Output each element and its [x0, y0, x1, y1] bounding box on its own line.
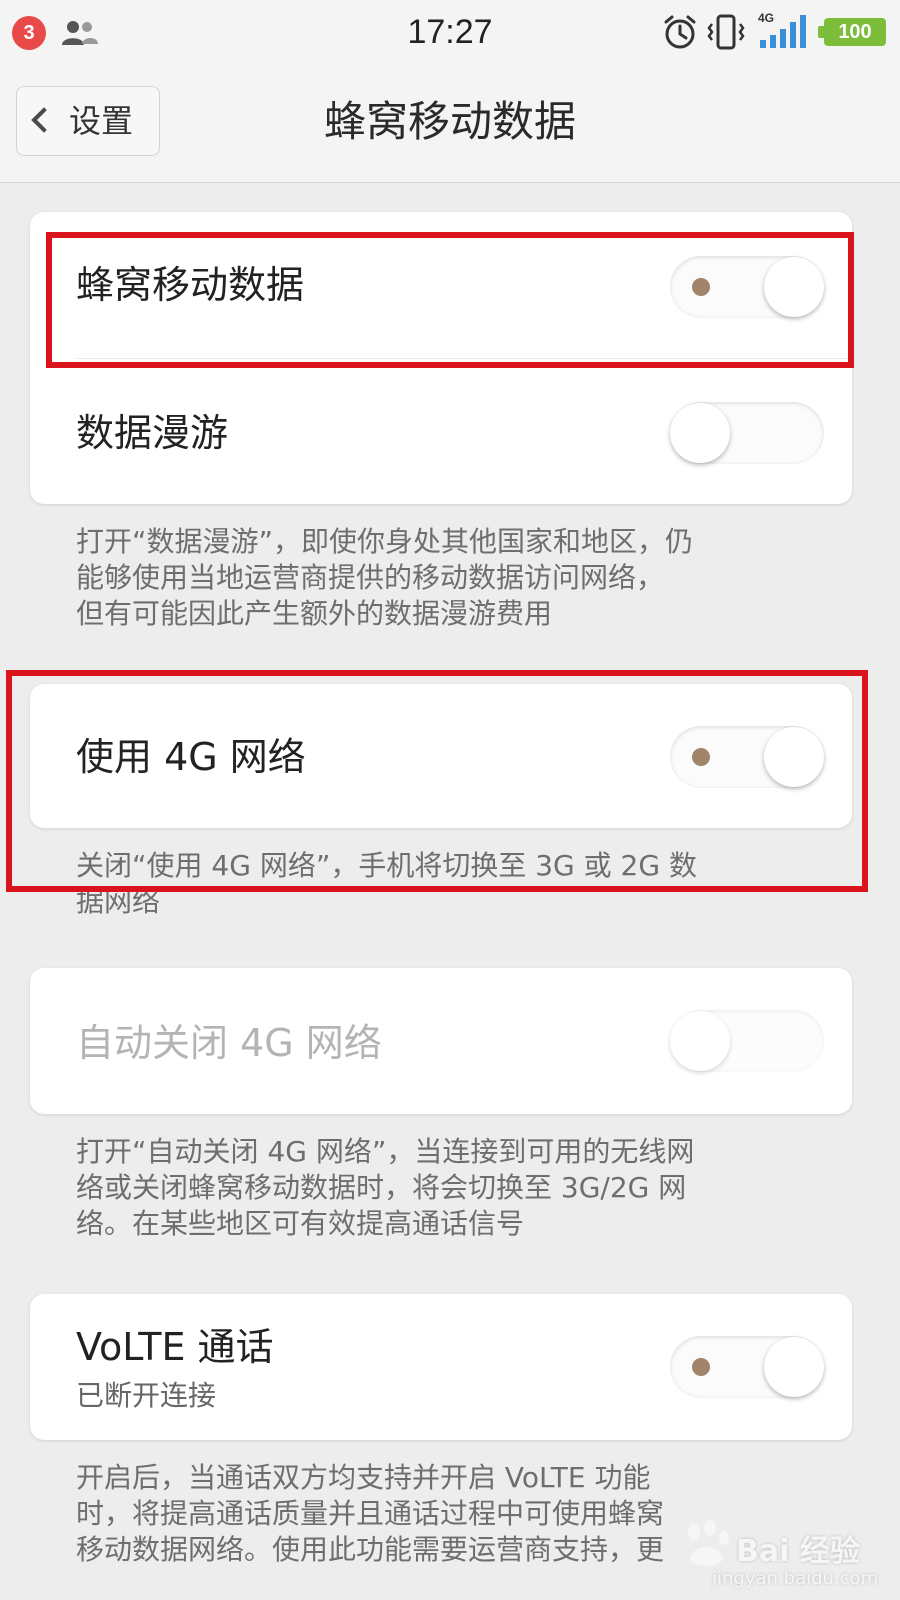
highlight-box-cellular-data — [46, 232, 854, 368]
status-clock: 17:27 — [407, 13, 493, 51]
contacts-icon — [62, 21, 98, 45]
network-type-label: 4G — [758, 11, 774, 25]
nav-bar: 设置 蜂窝移动数据 — [0, 64, 900, 183]
data-roaming-label: 数据漫游 — [76, 411, 229, 455]
volte-toggle[interactable] — [670, 1336, 824, 1398]
battery-icon: 100 — [818, 18, 890, 48]
auto-close-4g-label: 自动关闭 4G 网络 — [76, 1021, 382, 1065]
watermark-url: jingyan.baidu.com — [712, 1568, 879, 1589]
paw-logo-icon — [688, 1520, 729, 1566]
volte-status: 已断开连接 — [76, 1379, 217, 1412]
description-line: 开启后，当通话双方均支持并开启 VoLTE 功能 — [76, 1461, 651, 1494]
data-roaming-toggle[interactable] — [670, 402, 824, 464]
volte-label: VoLTE 通话 — [76, 1325, 274, 1369]
toggle-knob — [670, 1011, 730, 1071]
vibrate-icon — [707, 14, 745, 50]
description-line: 但有可能因此产生额外的数据漫游费用 — [76, 597, 553, 630]
auto-close-4g-toggle[interactable] — [670, 1010, 824, 1072]
page-title: 蜂窝移动数据 — [323, 97, 576, 146]
data-roaming-description: 打开“数据漫游”，即使你身处其他国家和地区，仍 能够使用当地运营商提供的移动数据… — [76, 524, 816, 632]
settings-card-auto-close-4g: 自动关闭 4G 网络 — [30, 968, 852, 1114]
battery-level: 100 — [824, 18, 886, 46]
toggle-knob — [764, 1337, 824, 1397]
settings-card-volte: VoLTE 通话 已断开连接 — [30, 1294, 852, 1440]
description-line: 打开“自动关闭 4G 网络”，当连接到可用的无线网 — [76, 1135, 695, 1168]
chevron-left-icon — [31, 107, 57, 133]
description-line: 络。在某些地区可有效提高通话信号 — [76, 1207, 525, 1240]
back-label: 设置 — [69, 102, 134, 140]
status-bar: 3 17:27 4G 100 — [0, 0, 900, 64]
toggle-knob — [670, 403, 730, 463]
description-line: 能够使用当地运营商提供的移动数据访问网络， — [76, 561, 665, 594]
toggle-indicator-dot — [692, 1358, 710, 1376]
baidu-jingyan-watermark: Bai 经验 jingyan.baidu.com — [676, 1520, 886, 1596]
notification-badge[interactable]: 3 — [12, 16, 46, 50]
description-line: 打开“数据漫游”，即使你身处其他国家和地区，仍 — [76, 525, 694, 558]
highlight-box-use-4g — [6, 670, 868, 892]
auto-close-4g-description: 打开“自动关闭 4G 网络”，当连接到可用的无线网 络或关闭蜂窝移动数据时，将会… — [76, 1134, 816, 1242]
watermark-text: Bai 经验 — [736, 1534, 860, 1569]
signal-icon: 4G — [758, 11, 806, 48]
description-line: 络或关闭蜂窝移动数据时，将会切换至 3G/2G 网 — [76, 1171, 687, 1204]
back-button[interactable]: 设置 — [16, 86, 160, 156]
alarm-icon — [664, 15, 696, 49]
